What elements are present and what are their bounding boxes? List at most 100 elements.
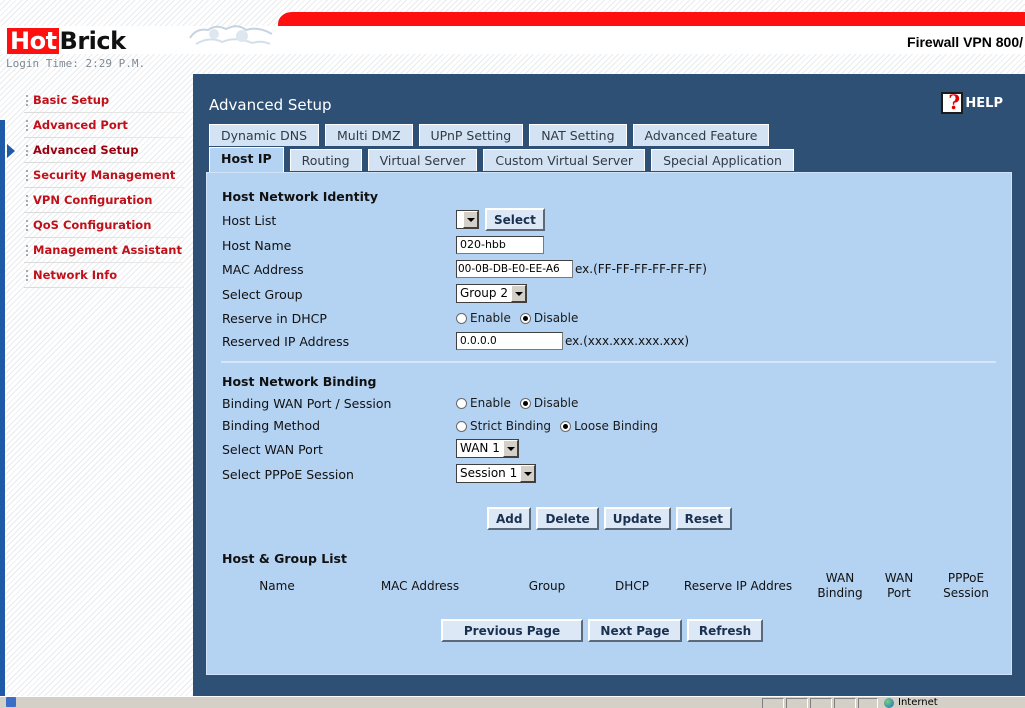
- header-band: [0, 26, 1025, 54]
- tab-multi-dmz[interactable]: Multi DMZ: [325, 124, 413, 146]
- status-cell: [834, 698, 856, 708]
- column-header: MAC Address: [380, 579, 460, 593]
- column-header: DHCP: [615, 579, 649, 593]
- column-header: WAN Port: [884, 571, 914, 600]
- sidebar-item-advanced-port[interactable]: Advanced Port: [0, 113, 190, 138]
- section-heading-binding: Host Network Binding: [222, 374, 377, 389]
- radio-label: Strict Binding: [470, 419, 552, 433]
- strict-binding-radio[interactable]: [456, 420, 467, 432]
- chevron-down-icon: [463, 211, 478, 228]
- help-icon: ?: [941, 90, 964, 114]
- tab-routing[interactable]: Routing: [289, 149, 362, 171]
- reserved-ip-input[interactable]: 0.0.0.0: [456, 332, 563, 350]
- mac-address-control: 00-0B-DB-E0-EE-A6 ex.(FF-FF-FF-FF-FF-FF): [456, 260, 707, 278]
- status-cell: [858, 698, 878, 708]
- pppoe-session-select[interactable]: Session 1: [456, 464, 537, 483]
- wan-port-control: WAN 1: [456, 439, 519, 458]
- tab-dynamic-dns[interactable]: Dynamic DNS: [209, 124, 320, 146]
- sidebar-item-label: Network Info: [33, 268, 118, 282]
- column-header: Name: [259, 579, 295, 593]
- world-map-icon: [189, 25, 273, 45]
- logo: Hot Brick: [7, 28, 126, 54]
- host-name-input[interactable]: 020-hbb: [456, 236, 544, 254]
- header-red-bar: [278, 12, 1025, 26]
- reset-button[interactable]: Reset: [675, 507, 733, 530]
- binding-wan-session-radios: Enable Disable: [456, 396, 578, 410]
- delete-button[interactable]: Delete: [536, 507, 599, 530]
- tab-custom-virtual-server[interactable]: Custom Virtual Server: [483, 149, 646, 171]
- tab-virtual-server[interactable]: Virtual Server: [367, 149, 478, 171]
- wan-port-value: WAN 1: [460, 441, 500, 455]
- tab-advanced-feature[interactable]: Advanced Feature: [632, 124, 770, 146]
- binding-wan-session-label: Binding WAN Port / Session: [222, 396, 392, 411]
- main-panel: Advanced Setup ? HELP Dynamic DNS Multi …: [193, 74, 1025, 696]
- update-button[interactable]: Update: [603, 507, 671, 530]
- sidebar-item-basic-setup[interactable]: Basic Setup: [0, 88, 190, 113]
- header: Hot Brick Firewall VPN 800/ Login Time: 2…: [0, 0, 1025, 74]
- help-button[interactable]: ? HELP: [941, 90, 1003, 114]
- chevron-down-icon: [520, 465, 536, 482]
- status-cell: [786, 698, 808, 708]
- radio-label: Loose Binding: [574, 419, 659, 433]
- tab-special-application[interactable]: Special Application: [651, 149, 794, 171]
- form-actions: Add Delete Update Reset: [487, 507, 733, 530]
- sidebar-item-vpn-configuration[interactable]: VPN Configuration: [0, 188, 190, 213]
- mac-address-input[interactable]: 00-0B-DB-E0-EE-A6: [456, 260, 573, 278]
- sidebar-item-label: Basic Setup: [33, 93, 110, 107]
- refresh-button[interactable]: Refresh: [687, 619, 763, 642]
- security-zone: Internet: [884, 697, 938, 708]
- radio-label: Enable: [470, 396, 511, 410]
- host-name-control: 020-hbb: [456, 236, 544, 254]
- zone-label: Internet: [898, 697, 938, 708]
- column-header: WAN Binding: [817, 571, 863, 600]
- host-list-select[interactable]: [456, 210, 479, 229]
- login-time: Login Time: 2:29 P.M.: [6, 57, 146, 70]
- next-page-button[interactable]: Next Page: [588, 619, 682, 642]
- reserve-dhcp-enable-radio[interactable]: [456, 312, 467, 324]
- sidebar-item-security-management[interactable]: Security Management: [0, 163, 190, 188]
- select-button[interactable]: Select: [485, 208, 545, 231]
- sidebar-item-label: Advanced Setup: [33, 143, 139, 157]
- logo-brick: Brick: [59, 27, 127, 55]
- binding-disable-radio[interactable]: [519, 397, 531, 409]
- reserved-ip-hint: ex.(xxx.xxx.xxx.xxx): [565, 334, 690, 348]
- previous-page-button[interactable]: Previous Page: [441, 619, 583, 642]
- pager: Previous Page Next Page Refresh: [441, 619, 763, 642]
- sidebar-item-label: VPN Configuration: [33, 193, 153, 207]
- sidebar-item-label: Advanced Port: [33, 118, 128, 132]
- radio-label: Enable: [470, 311, 511, 325]
- section-heading-identity: Host Network Identity: [222, 189, 379, 204]
- tab-host-ip[interactable]: Host IP: [209, 147, 284, 172]
- binding-enable-radio[interactable]: [456, 397, 467, 409]
- host-ip-form: Host Network Identity Host List Select H…: [206, 172, 1012, 675]
- select-group-label: Select Group: [222, 287, 303, 302]
- group-select[interactable]: Group 2: [456, 284, 527, 303]
- globe-icon: [884, 697, 894, 708]
- sidebar-item-advanced-setup[interactable]: Advanced Setup: [0, 138, 190, 163]
- sidebar-item-label: Management Assistant: [33, 243, 182, 257]
- host-list-control: Select: [456, 208, 545, 231]
- add-button[interactable]: Add: [487, 507, 532, 530]
- binding-method-radios: Strict Binding Loose Binding: [456, 419, 658, 433]
- binding-method-control: Strict Binding Loose Binding: [456, 419, 658, 433]
- status-cell: [810, 698, 832, 708]
- tab-upnp-setting[interactable]: UPnP Setting: [418, 124, 524, 146]
- status-cell: [762, 698, 784, 708]
- sidebar-item-management-assistant[interactable]: Management Assistant: [0, 238, 190, 263]
- wan-port-label: Select WAN Port: [222, 442, 323, 457]
- loose-binding-radio[interactable]: [560, 420, 572, 432]
- mac-address-label: MAC Address: [222, 262, 304, 277]
- radio-label: Disable: [533, 311, 579, 325]
- wan-port-select[interactable]: WAN 1: [456, 439, 519, 458]
- host-name-label: Host Name: [222, 238, 292, 253]
- binding-wan-session-control: Enable Disable: [456, 396, 578, 410]
- sidebar-item-network-info[interactable]: Network Info: [0, 263, 190, 288]
- host-list-label: Host List: [222, 213, 277, 228]
- reserve-dhcp-disable-radio[interactable]: [519, 312, 531, 324]
- tab-nat-setting[interactable]: NAT Setting: [529, 124, 627, 146]
- sidebar-item-label: QoS Configuration: [33, 218, 152, 232]
- sidebar: Basic Setup Advanced Port Advanced Setup…: [0, 88, 190, 288]
- sidebar-item-qos-configuration[interactable]: QoS Configuration: [0, 213, 190, 238]
- pppoe-session-value: Session 1: [460, 466, 518, 480]
- select-group-control: Group 2: [456, 284, 527, 303]
